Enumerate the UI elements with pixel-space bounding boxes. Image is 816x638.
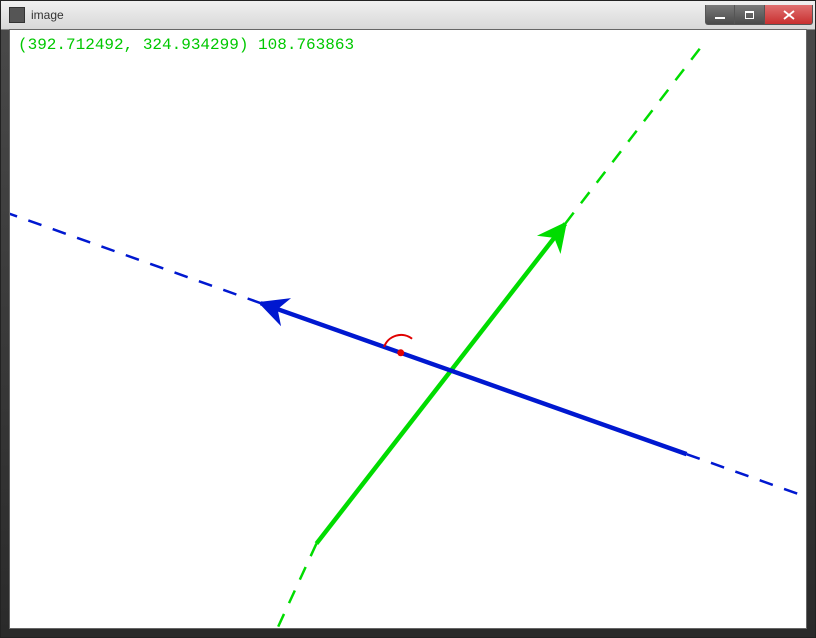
green-dash-head: [565, 40, 706, 224]
titlebar[interactable]: image: [1, 1, 815, 30]
intersection-point: [397, 349, 404, 356]
app-window: image: [0, 0, 816, 638]
blue-arrow: [261, 303, 687, 454]
coords-value: (392.712492, 324.934299): [18, 36, 248, 54]
green-arrow: [316, 224, 565, 544]
close-button[interactable]: [765, 5, 813, 25]
vector-canvas: [10, 30, 806, 628]
blue-dash-head: [10, 207, 261, 303]
app-icon: [9, 7, 25, 23]
close-icon: [783, 10, 795, 20]
maximize-button[interactable]: [735, 5, 765, 25]
window-controls: [705, 5, 813, 25]
image-canvas-area: (392.712492, 324.934299) 108.763863: [9, 29, 807, 629]
angle-arc: [384, 335, 412, 347]
coords-readout: (392.712492, 324.934299) 108.763863: [18, 36, 354, 54]
window-title: image: [31, 8, 705, 22]
angle-value: 108.763863: [258, 36, 354, 54]
green-dash-tail: [271, 544, 317, 628]
minimize-button[interactable]: [705, 5, 735, 25]
blue-dash-tail: [687, 454, 806, 504]
